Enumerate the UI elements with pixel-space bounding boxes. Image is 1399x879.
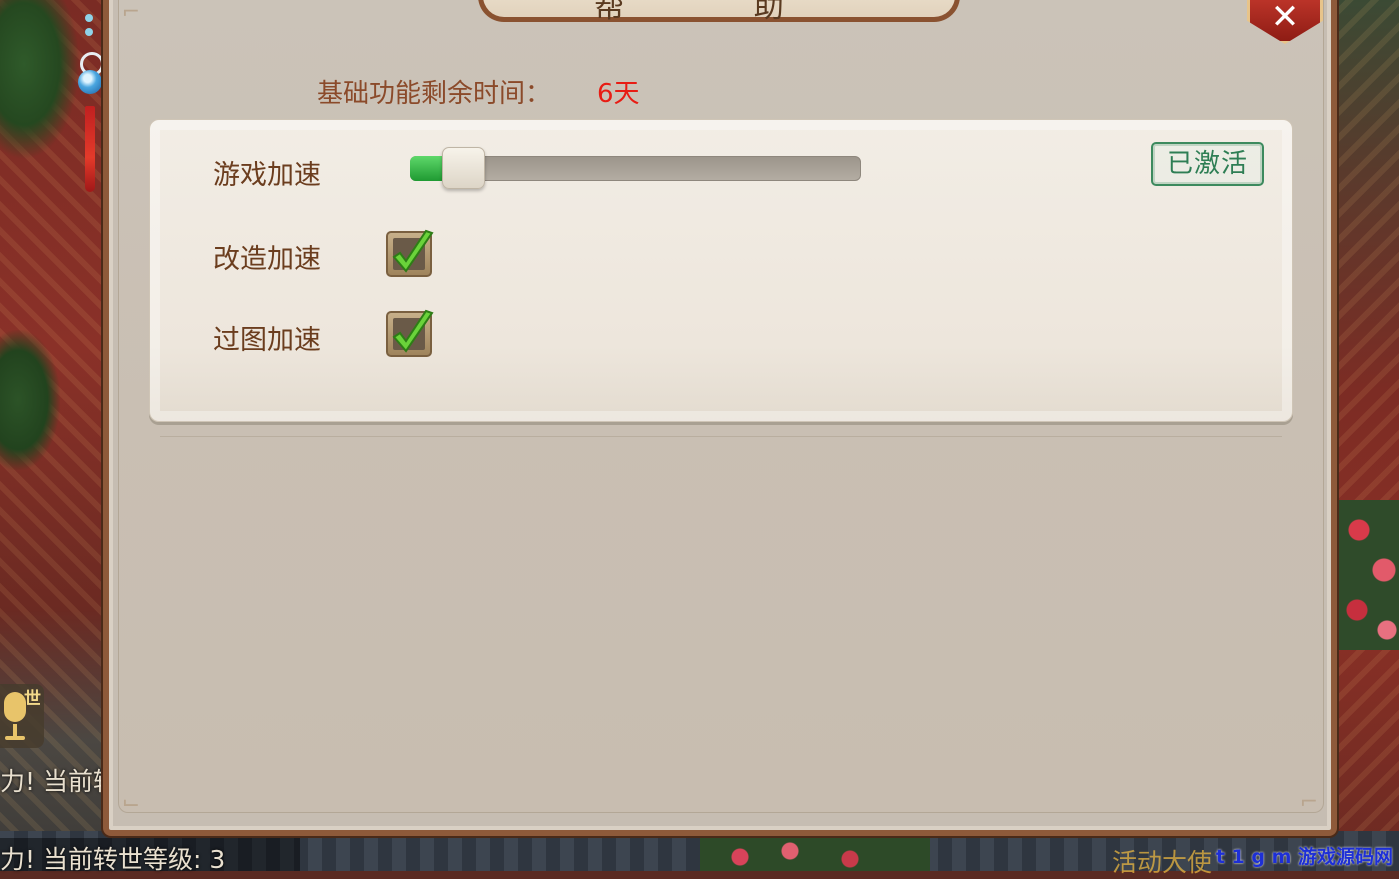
checkmark-icon	[392, 229, 434, 273]
activated-status-stamp: 已激活	[1151, 142, 1264, 186]
event-npc-label[interactable]: 活动大使	[1112, 843, 1212, 879]
checkmark-icon	[392, 309, 434, 353]
pendant-bead	[85, 14, 93, 22]
tree-foliage	[0, 0, 80, 160]
watermark: t 1 g m 游戏源码网	[1215, 846, 1393, 868]
pendant-orb	[78, 70, 102, 94]
game-speed-slider-thumb[interactable]	[442, 147, 485, 189]
map-speed-label: 过图加速	[213, 325, 321, 356]
voice-chat-button[interactable]: 世	[0, 684, 44, 748]
corner-ornament: ⌐	[121, 0, 141, 25]
map-speed-checkbox[interactable]	[386, 309, 434, 357]
game-speed-label: 游戏加速	[213, 160, 321, 191]
microphone-icon-base	[5, 736, 25, 740]
corner-ornament: ⌐	[1299, 790, 1319, 815]
corner-ornament: ⌙	[121, 790, 141, 815]
section-divider	[160, 436, 1282, 437]
forge-speed-checkbox[interactable]	[386, 229, 434, 277]
pendant-ornament[interactable]	[76, 14, 106, 192]
dialog-title: 帮 助	[594, 0, 844, 25]
microphone-icon-stand	[13, 724, 17, 736]
tree-foliage-lower	[0, 330, 60, 470]
chat-message: 力! 当前转	[0, 767, 118, 796]
microphone-icon	[4, 692, 26, 722]
flower-bed-bottom	[700, 837, 930, 871]
pendant-tassel	[85, 106, 95, 192]
dialog-title-plate: 帮 助	[478, 0, 960, 25]
flower-bed	[1339, 500, 1399, 650]
forge-speed-label: 改造加速	[213, 244, 321, 275]
remaining-time-value: 6天	[597, 79, 640, 109]
world-channel-label: 世	[24, 689, 41, 709]
remaining-time-label: 基础功能剩余时间：	[317, 79, 552, 109]
pendant-bead	[85, 28, 93, 36]
right-carpet	[1329, 0, 1399, 871]
